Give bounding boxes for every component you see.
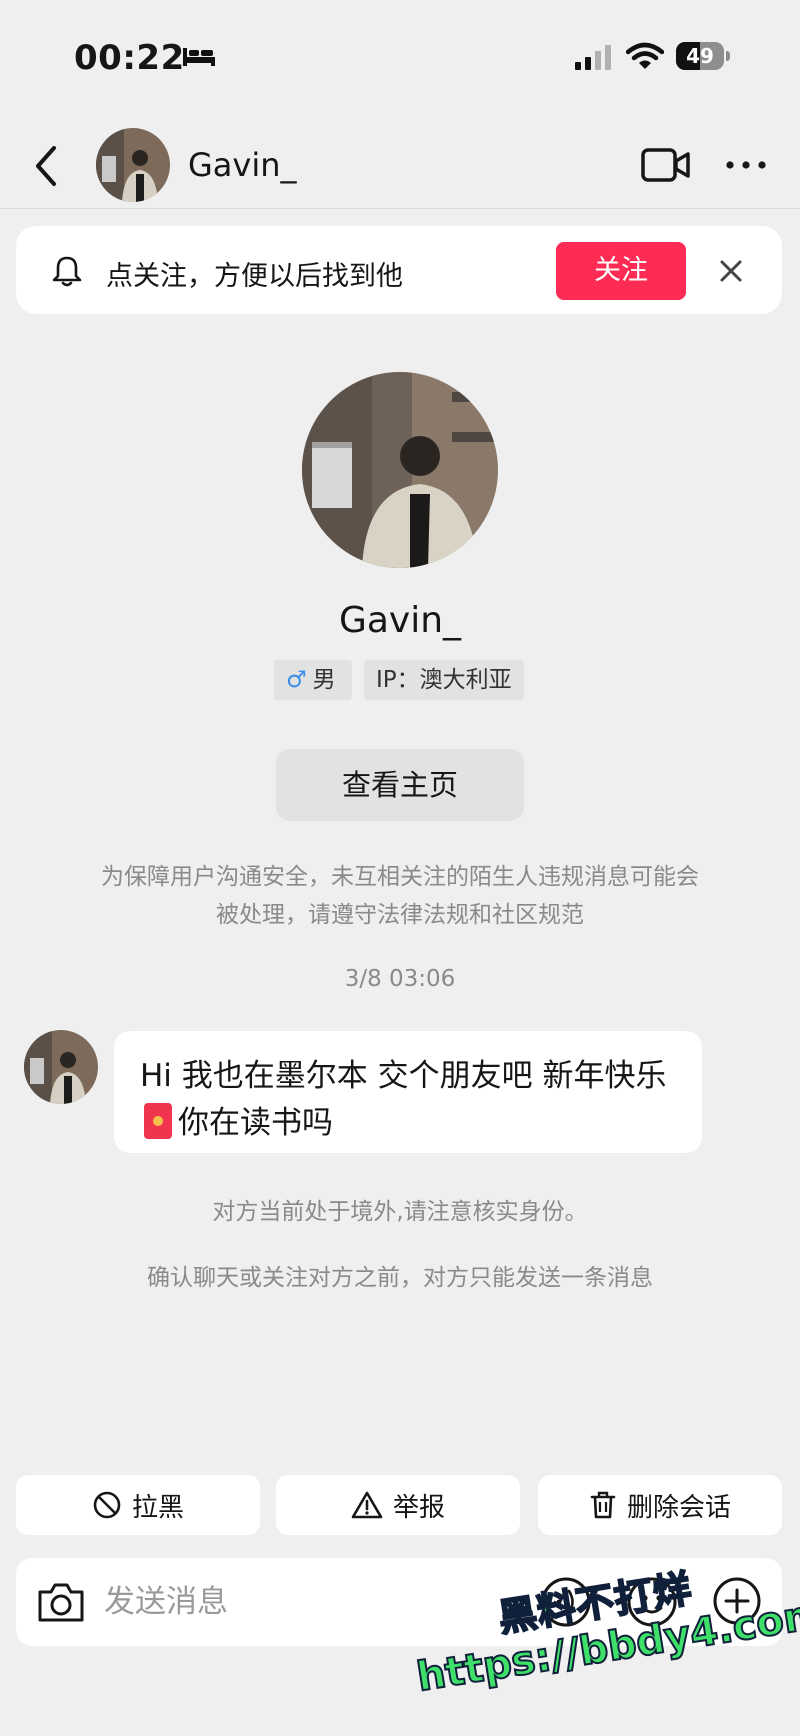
block-button[interactable]: 拉黑: [16, 1475, 260, 1535]
sender-photo: [24, 1030, 98, 1104]
battery-icon: 49: [676, 42, 730, 72]
view-homepage-button[interactable]: 查看主页: [276, 749, 524, 821]
report-button[interactable]: 举报: [276, 1475, 520, 1535]
nav-divider: [0, 208, 800, 209]
profile-name: Gavin_: [338, 600, 462, 641]
cellular-signal-icon: [575, 45, 611, 70]
message-bubble[interactable]: Hi 我也在墨尔本 交个朋友吧 新年快乐你在读书吗: [114, 1031, 702, 1153]
delete-conversation-button[interactable]: 删除会话: [538, 1475, 782, 1535]
avatar-photo: [96, 128, 170, 202]
video-call-icon[interactable]: [640, 146, 692, 184]
trash-icon: [590, 1491, 616, 1519]
ip-location-tag: IP：澳大利亚: [364, 660, 524, 700]
block-icon: [93, 1491, 121, 1519]
message-limit-notice: 确认聊天或关注对方之前，对方只能发送一条消息: [147, 1265, 653, 1291]
follow-prompt: 点关注，方便以后找到他: [106, 261, 403, 292]
more-dots-icon[interactable]: [724, 150, 768, 180]
close-icon[interactable]: [714, 254, 748, 288]
message-timestamp: 3/8 03:06: [344, 966, 456, 992]
message-text: Hi 我也在墨尔本 交个朋友吧 新年快乐: [140, 1058, 667, 1094]
profile-photo: [302, 372, 498, 568]
sender-avatar[interactable]: [24, 1030, 98, 1104]
nav-title: Gavin_: [188, 146, 297, 184]
overseas-notice: 对方当前处于境外,请注意核实身份。: [212, 1199, 588, 1225]
warning-icon: [351, 1491, 383, 1519]
safety-notice: 为保障用户沟通安全，未互相关注的陌生人违规消息可能会被处理，请遵守法律法规和社区…: [101, 864, 699, 928]
status-time: 00:22: [74, 38, 185, 78]
sleep-bed-icon: [183, 48, 215, 66]
delete-label: 删除会话: [626, 1492, 731, 1523]
message-text-2: 你在读书吗: [178, 1105, 333, 1141]
profile-avatar[interactable]: [302, 372, 498, 568]
male-icon: ♂: [286, 667, 307, 693]
follow-button[interactable]: 关注: [556, 242, 686, 300]
back-arrow-icon[interactable]: [26, 142, 66, 190]
avatar[interactable]: [96, 128, 170, 202]
camera-icon[interactable]: [36, 1580, 86, 1624]
battery-percent: 49: [686, 44, 714, 68]
bell-icon: [52, 256, 82, 287]
gender-label: 男: [312, 667, 336, 693]
wifi-icon: [626, 42, 664, 69]
report-label: 举报: [392, 1492, 445, 1523]
gender-tag: ♂ 男: [274, 660, 352, 700]
block-label: 拉黑: [131, 1492, 184, 1523]
red-envelope-emoji: [144, 1103, 172, 1139]
